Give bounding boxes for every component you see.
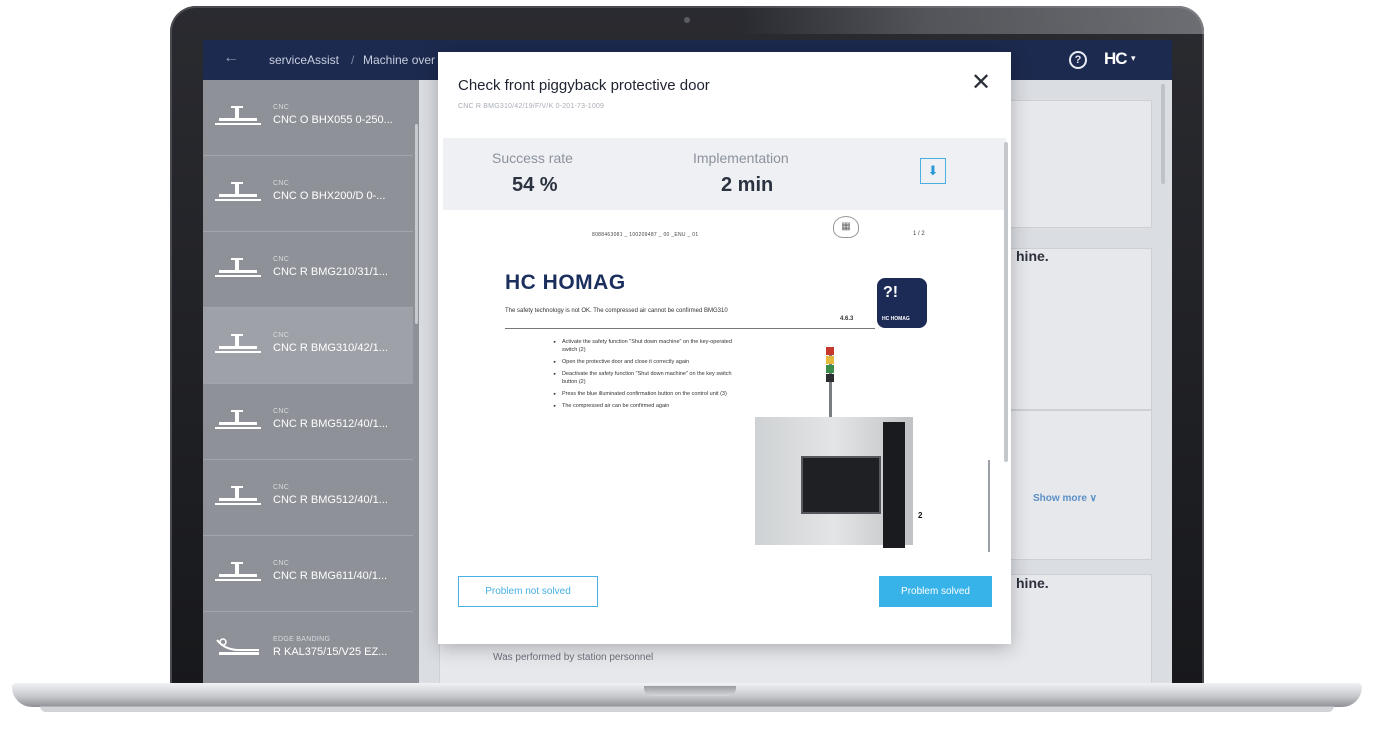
sidebar-item-type: CNC: [273, 104, 290, 111]
back-arrow-icon[interactable]: ←: [223, 49, 239, 67]
implementation-label: Implementation: [693, 150, 789, 166]
instruction-step: Deactivate the safety function "Shut dow…: [553, 370, 738, 386]
lid-reflection: [740, 6, 1204, 34]
document-viewer-icon[interactable]: ▦: [833, 216, 859, 238]
sidebar-item-label: CNC R BMG210/31/1...: [273, 266, 388, 278]
breadcrumb-separator: /: [351, 53, 355, 67]
sidebar-item-machine[interactable]: CNC CNC R BMG210/31/1...: [203, 232, 413, 308]
sidebar-item-machine[interactable]: CNC CNC O BHX055 0-250...: [203, 80, 413, 156]
problem-solved-button[interactable]: Problem solved: [879, 576, 992, 607]
sidebar-item-label: CNC O BHX200/D 0-...: [273, 190, 386, 202]
laptop-hinge-notch: [644, 686, 736, 696]
machine-sidebar: CNC CNC O BHX055 0-250... CNC CNC O BHX2…: [203, 80, 419, 684]
instruction-step: The compressed air can be confirmed agai…: [553, 402, 738, 410]
problem-not-solved-button[interactable]: Problem not solved: [458, 576, 598, 607]
sidebar-item-type: EDGE BANDING: [273, 636, 331, 643]
instruction-steps: Activate the safety function "Shut down …: [553, 338, 738, 414]
signal-lights-icon: [826, 347, 834, 382]
sidebar-item-type: CNC: [273, 256, 290, 263]
document-scrollbar[interactable]: [988, 460, 990, 552]
cnc-machine-icon: [215, 258, 261, 277]
document-divider: [505, 328, 875, 329]
dialog-title: Check front piggyback protective door: [458, 77, 710, 94]
document-section-number: 4.6.3: [840, 316, 854, 322]
background-card-title: hine.: [1016, 248, 1049, 264]
close-icon[interactable]: ✕: [971, 71, 991, 95]
cnc-machine-icon: [215, 334, 261, 353]
sidebar-item-label: CNC O BHX055 0-250...: [273, 114, 393, 126]
sidebar-item-type: CNC: [273, 408, 290, 415]
sidebar-item-label: CNC R BMG512/40/1...: [273, 494, 388, 506]
dialog-subtitle: CNC R BMG310/42/19/F/V/K 0-201-73-1009: [458, 103, 605, 110]
service-badge-icon: ?! HC HOMAG: [877, 278, 927, 328]
dialog-scrollbar[interactable]: [1004, 142, 1008, 462]
sidebar-item-label: CNC R BMG310/42/1...: [273, 342, 388, 354]
sidebar-item-machine[interactable]: EDGE BANDING R KAL375/15/V25 EZ...: [203, 612, 413, 684]
control-cabinet: [883, 422, 905, 548]
homag-logo: HC HOMAG: [505, 271, 626, 294]
sidebar-item-label: CNC R BMG611/40/1...: [273, 570, 388, 582]
sidebar-item-type: CNC: [273, 560, 290, 567]
success-rate-value: 54 %: [512, 174, 558, 196]
cnc-machine-icon: [215, 486, 261, 505]
cnc-machine-icon: [215, 562, 261, 581]
sidebar-item-type: CNC: [273, 484, 290, 491]
breadcrumb-page: Machine over: [363, 53, 436, 67]
download-icon[interactable]: ⬇: [920, 158, 946, 184]
document-reference: 8088463081 _ 100209487 _ 00 _ENU _ 01: [592, 232, 699, 238]
webcam: [684, 17, 690, 23]
stats-panel: Success rate 54 % Implementation 2 min ⬇: [443, 138, 1006, 210]
background-bottom-text: Was performed by station personnel: [493, 652, 654, 663]
instruction-step: Activate the safety function "Shut down …: [553, 338, 738, 354]
sidebar-item-machine[interactable]: CNC CNC R BMG512/40/1...: [203, 384, 413, 460]
problem-solution-dialog: Check front piggyback protective door CN…: [438, 52, 1011, 644]
laptop-base-shadow: [40, 706, 1334, 712]
sidebar-item-type: CNC: [273, 332, 290, 339]
cnc-machine-icon: [215, 410, 261, 429]
sidebar-item-machine[interactable]: CNC CNC O BHX200/D 0-...: [203, 156, 413, 232]
success-rate-label: Success rate: [492, 150, 573, 166]
breadcrumb-app[interactable]: serviceAssist: [269, 53, 339, 67]
user-menu-logo[interactable]: HC: [1104, 49, 1128, 69]
document-page-number: 1 / 2: [913, 231, 925, 237]
cnc-machine-icon: [215, 106, 261, 125]
show-more-link[interactable]: Show more ∨: [1033, 493, 1097, 504]
instruction-step: Open the protective door and close it co…: [553, 358, 738, 366]
sidebar-scrollbar[interactable]: [415, 124, 418, 324]
badge-text: HC HOMAG: [882, 316, 910, 322]
document-intro: The safety technology is not OK. The com…: [505, 308, 728, 314]
main-scrollbar[interactable]: [1161, 84, 1165, 184]
sidebar-item-label: R KAL375/15/V25 EZ...: [273, 646, 388, 658]
sidebar-item-machine-selected[interactable]: CNC CNC R BMG310/42/1...: [203, 308, 413, 384]
instruction-document: 8088463081 _ 100209487 _ 00 _ENU _ 01 ▦ …: [443, 210, 1006, 564]
laptop-screen: ← serviceAssist / Machine over ? HC ▾ CN…: [203, 40, 1172, 684]
implementation-value: 2 min: [721, 174, 774, 196]
sidebar-item-machine[interactable]: CNC CNC R BMG512/40/1...: [203, 460, 413, 536]
edge-banding-machine-icon: [216, 638, 259, 655]
sidebar-item-type: CNC: [273, 180, 290, 187]
help-icon[interactable]: ?: [1069, 51, 1087, 69]
background-card-title: hine.: [1016, 575, 1049, 591]
sidebar-item-label: CNC R BMG512/40/1...: [273, 418, 388, 430]
instruction-step: Press the blue illuminated confirmation …: [553, 390, 738, 398]
photo-callout-label: 2: [918, 511, 923, 520]
cnc-machine-icon: [215, 182, 261, 201]
chevron-down-icon[interactable]: ▾: [1131, 53, 1136, 64]
control-panel-screen: [801, 456, 881, 514]
sidebar-item-machine[interactable]: CNC CNC R BMG611/40/1...: [203, 536, 413, 612]
badge-glyph: ?!: [883, 284, 899, 301]
